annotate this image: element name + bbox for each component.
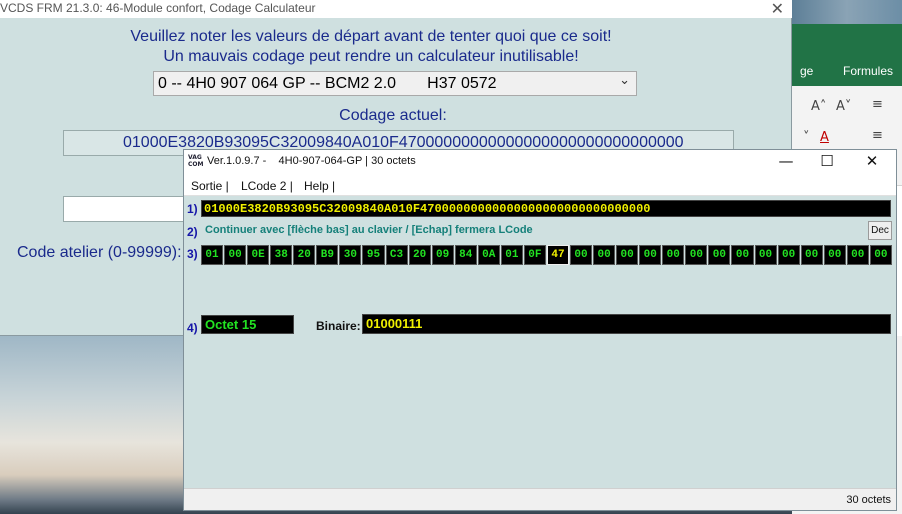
font-color-icon[interactable]: A (820, 130, 829, 145)
byte-cell[interactable]: 00 (800, 245, 823, 265)
vag-com-logo: VAG COM (188, 154, 204, 168)
excel-ribbon-tabs: ge Formules (792, 24, 902, 86)
octet-index-display: Octet 15 (201, 315, 294, 334)
dec-button[interactable]: Dec (868, 221, 892, 240)
excel-tab-formulas[interactable]: Formules (843, 64, 893, 78)
workshop-code-label: Code atelier (0-99999): (17, 244, 182, 261)
byte-cell[interactable]: 00 (731, 245, 754, 265)
byte-cell[interactable]: 47 (546, 245, 569, 265)
new-coding-input[interactable] (63, 196, 185, 222)
byte-cell[interactable]: 00 (685, 245, 708, 265)
byte-cell[interactable]: 00 (869, 245, 892, 265)
instruction-text: Continuer avec [flèche bas] au clavier /… (205, 224, 533, 236)
full-coding-field[interactable]: 01000E3820B93095C32009840A010F4700000000… (201, 200, 891, 217)
lcode-statusbar: 30 octets (184, 488, 896, 510)
excel-tab-page-layout[interactable]: ge (800, 64, 813, 78)
chevron-down-icon[interactable]: ⌄ (619, 73, 630, 88)
row-4-number: 4) (187, 321, 198, 335)
byte-cell[interactable]: 00 (754, 245, 777, 265)
binary-value-field[interactable]: 01000111 (362, 314, 891, 334)
byte-cell[interactable]: 00 (616, 245, 639, 265)
byte-cells: 01 00 0E 38 20 B9 30 95 C3 20 09 84 0A 01 0F 47 00 00 00 00… (201, 245, 892, 265)
minimize-icon[interactable]: — (766, 151, 806, 173)
menu-help[interactable]: Help | (304, 179, 335, 193)
vcds-window-title: VCDS FRM 21.3.0: 46-Module confort, Coda… (0, 1, 316, 15)
coding-select[interactable]: 0 -- 4H0 907 064 GP -- BCM2 2.0 H37 0572… (153, 71, 637, 96)
byte-cell[interactable]: 0E (247, 245, 270, 265)
font-grow-icon[interactable]: A˄ (811, 99, 826, 114)
byte-cell[interactable]: 00 (846, 245, 869, 265)
byte-cell[interactable]: 0A (477, 245, 500, 265)
lcode-dialog: VAG COM Ver.1.0.9.7 - 4H0-907-064-GP | 3… (183, 149, 897, 511)
byte-cell[interactable]: 30 (339, 245, 362, 265)
warning-line-2: Un mauvais codage peut rendre un calcula… (163, 48, 579, 65)
byte-cell[interactable]: 01 (500, 245, 523, 265)
byte-cell[interactable]: 84 (454, 245, 477, 265)
byte-cell[interactable]: 0F (523, 245, 546, 265)
coding-select-value: 0 -- 4H0 907 064 GP -- BCM2 2.0 H37 0572 (158, 75, 497, 92)
byte-cell[interactable]: 00 (593, 245, 616, 265)
byte-cell[interactable]: C3 (385, 245, 408, 265)
lcode-title: Ver.1.0.9.7 - 4H0-907-064-GP | 30 octets (207, 155, 416, 167)
align-left-icon[interactable]: ≡ (872, 128, 883, 143)
byte-cell[interactable]: 95 (362, 245, 385, 265)
excel-titlebar (792, 0, 902, 24)
current-coding-label: Codage actuel: (339, 107, 447, 124)
byte-cell[interactable]: 00 (708, 245, 731, 265)
status-byte-count: 30 octets (846, 494, 891, 506)
row-2-number: 2) (187, 225, 198, 239)
close-icon[interactable]: ✕ (852, 151, 892, 173)
warning-line-1: Veuillez noter les valeurs de départ ava… (130, 28, 612, 45)
byte-cell[interactable]: 00 (224, 245, 247, 265)
row-1-number: 1) (187, 202, 198, 216)
menu-sortie[interactable]: Sortie | (191, 179, 229, 193)
binary-label: Binaire: (316, 319, 361, 333)
align-top-icon[interactable]: ≡ (872, 97, 883, 112)
byte-cell[interactable]: 00 (639, 245, 662, 265)
vcds-titlebar: VCDS FRM 21.3.0: 46-Module confort, Coda… (0, 0, 792, 18)
byte-cell[interactable]: 00 (777, 245, 800, 265)
row-3-number: 3) (187, 247, 198, 261)
lcode-menubar: Sortie | LCode 2 | Help | (184, 174, 896, 196)
more-icon[interactable]: ˅ (803, 130, 810, 145)
byte-cell[interactable]: 38 (270, 245, 293, 265)
byte-cell[interactable]: 00 (662, 245, 685, 265)
byte-cell[interactable]: 01 (201, 245, 224, 265)
close-icon[interactable]: ✕ (771, 0, 784, 18)
byte-cell[interactable]: 00 (823, 245, 846, 265)
font-shrink-icon[interactable]: A˅ (836, 99, 851, 114)
menu-lcode2[interactable]: LCode 2 | (241, 179, 293, 193)
byte-cell[interactable]: B9 (316, 245, 339, 265)
byte-cell[interactable]: 00 (570, 245, 593, 265)
byte-cell[interactable]: 09 (431, 245, 454, 265)
byte-cell[interactable]: 20 (293, 245, 316, 265)
byte-cell[interactable]: 20 (408, 245, 431, 265)
maximize-icon[interactable]: ☐ (807, 151, 847, 173)
lcode-titlebar: VAG COM Ver.1.0.9.7 - 4H0-907-064-GP | 3… (184, 150, 896, 174)
